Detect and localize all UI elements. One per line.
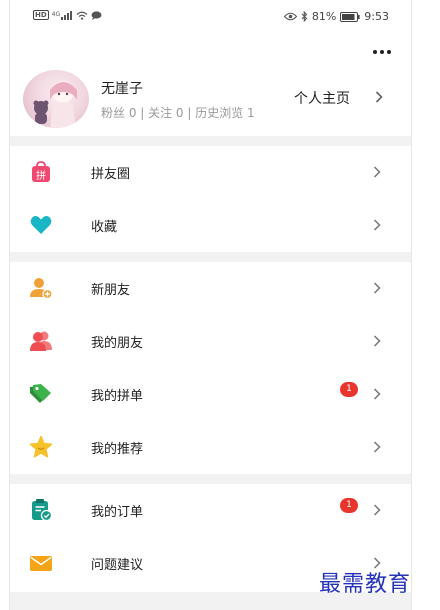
more-dot xyxy=(380,50,384,54)
eye-icon xyxy=(283,12,297,21)
menu-item-pin-circle[interactable]: 拼 拼友圈 xyxy=(10,146,411,199)
menu-item-new-friends[interactable]: 新朋友 xyxy=(10,262,411,315)
pin-bag-icon: 拼 xyxy=(32,161,50,182)
star-icon xyxy=(29,435,53,458)
status-left: HD 4G xyxy=(33,10,102,20)
notification-badge: 1 xyxy=(340,498,358,513)
pin-bag-text: 拼 xyxy=(36,169,46,182)
friends-icon xyxy=(30,331,52,351)
section-divider xyxy=(10,474,411,484)
battery-percent: 81% xyxy=(311,10,337,23)
heart-icon xyxy=(30,216,52,234)
section-divider xyxy=(10,252,411,262)
clock: 9:53 xyxy=(364,10,389,23)
tag-icon xyxy=(30,384,51,403)
battery-icon xyxy=(340,11,360,22)
menu-item-label: 新朋友 xyxy=(91,283,131,298)
chevron-right-icon xyxy=(373,219,381,231)
network-type-label: 4G xyxy=(51,10,61,18)
menu-item-label: 收藏 xyxy=(91,220,118,235)
more-horizontal-icon xyxy=(373,50,377,54)
chevron-right-icon[interactable] xyxy=(374,90,384,104)
message-icon xyxy=(91,10,102,20)
menu-item-my-orders[interactable]: 我的订单 1 xyxy=(10,484,411,537)
menu-item-my-friends[interactable]: 我的朋友 xyxy=(10,315,411,368)
chevron-right-icon xyxy=(373,441,381,453)
profile-stats[interactable]: 粉丝 0 | 关注 0 | 历史浏览 1 xyxy=(101,104,255,121)
bluetooth-icon xyxy=(301,11,308,22)
status-bar: HD 4G 81% 9:53 xyxy=(10,8,411,28)
hd-badge: HD xyxy=(33,10,49,20)
more-dot xyxy=(387,50,391,54)
menu-item-favorites[interactable]: 收藏 xyxy=(10,199,411,252)
section-divider xyxy=(10,136,411,146)
more-options-button[interactable] xyxy=(370,42,394,62)
status-right: 81% 9:53 xyxy=(283,10,389,23)
username: 无崖子 xyxy=(101,81,143,97)
menu-item-label: 我的拼单 xyxy=(91,389,144,404)
menu-item-label: 我的朋友 xyxy=(91,336,144,351)
menu-item-label: 我的推荐 xyxy=(91,442,144,457)
profile-header[interactable]: 无崖子 粉丝 0 | 关注 0 | 历史浏览 1 个人主页 xyxy=(10,66,411,136)
menu-item-label: 我的订单 xyxy=(91,505,144,520)
phone-screen: HD 4G 81% 9:53 无崖子 粉丝 0 | 关注 0 | 历史浏览 1 … xyxy=(9,0,412,610)
menu-item-my-recommendations[interactable]: 我的推荐 xyxy=(10,421,411,474)
order-clipboard-icon xyxy=(32,499,53,522)
menu-item-label: 拼友圈 xyxy=(91,167,131,182)
avatar[interactable] xyxy=(23,70,89,128)
menu-item-label: 问题建议 xyxy=(91,558,144,573)
signal-icon: 4G xyxy=(51,10,73,20)
homepage-link[interactable]: 个人主页 xyxy=(294,88,350,108)
mail-icon xyxy=(30,556,52,571)
chevron-right-icon xyxy=(373,335,381,347)
chevron-right-icon xyxy=(373,166,381,178)
notification-badge: 1 xyxy=(340,382,358,397)
wifi-icon xyxy=(76,11,88,20)
menu-item-my-group-orders[interactable]: 我的拼单 1 xyxy=(10,368,411,421)
chevron-right-icon xyxy=(373,504,381,516)
chevron-right-icon xyxy=(373,282,381,294)
chevron-right-icon xyxy=(373,388,381,400)
add-friend-icon xyxy=(30,278,53,300)
watermark: 最需教育 xyxy=(319,572,412,597)
